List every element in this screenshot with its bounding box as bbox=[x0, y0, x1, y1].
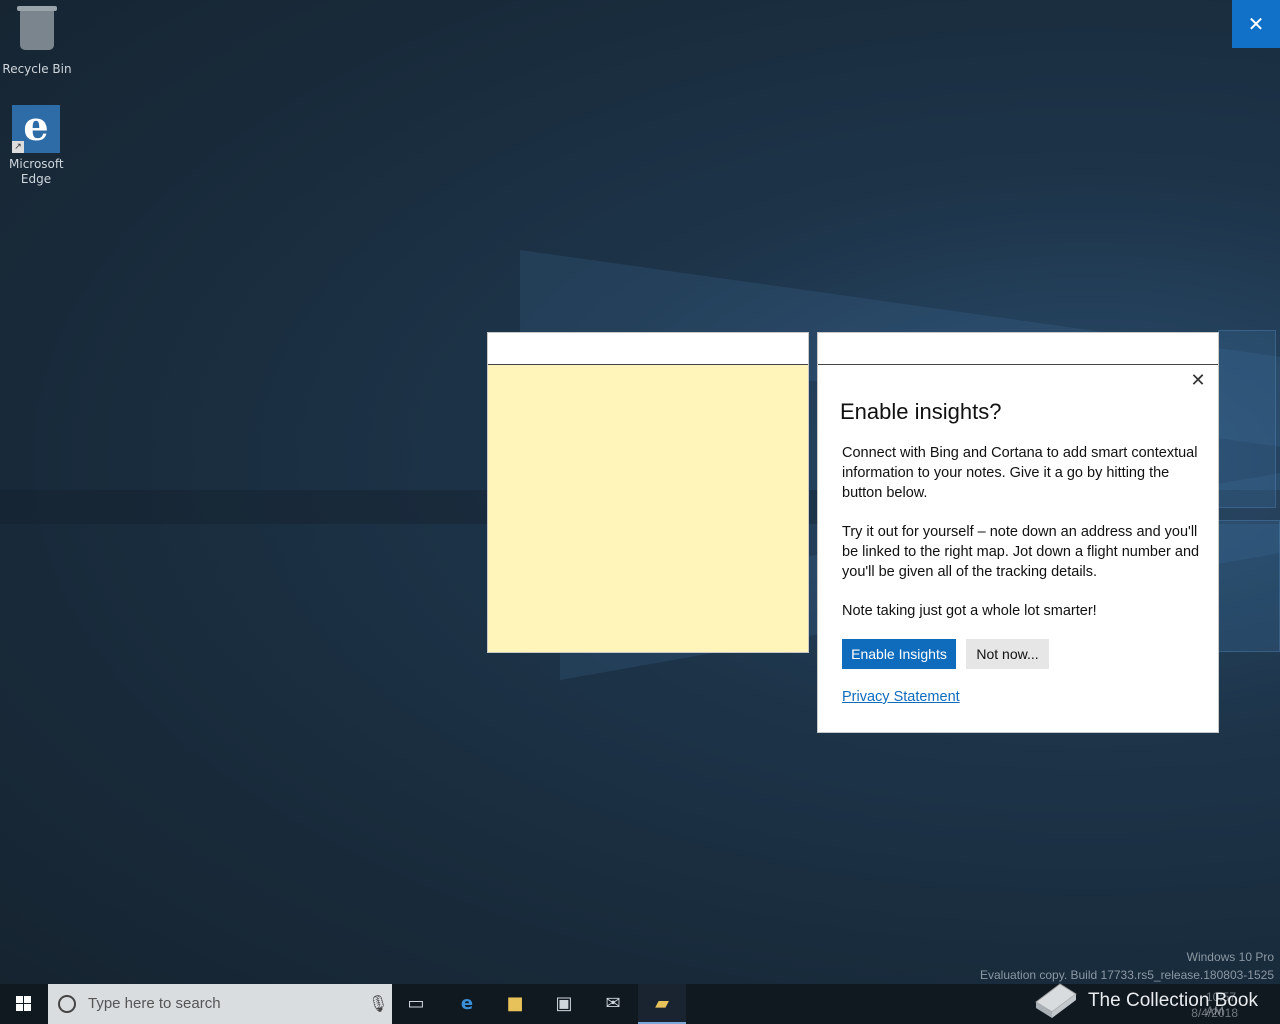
start-button[interactable] bbox=[0, 984, 48, 1024]
store-icon[interactable]: ▣ bbox=[540, 984, 588, 1024]
cortana-icon bbox=[58, 995, 76, 1013]
insights-dialog: ✕ Enable insights? Connect with Bing and… bbox=[818, 333, 1218, 732]
dialog-paragraph: Note taking just got a whole lot smarter… bbox=[842, 603, 1097, 619]
watermark-build: Evaluation copy. Build 17733.rs5_release… bbox=[980, 968, 1274, 982]
dialog-paragraph: Try it out for yourself – note down an a… bbox=[842, 524, 1200, 580]
enable-insights-button[interactable]: Enable Insights bbox=[842, 639, 956, 669]
microphone-icon[interactable]: 🎙 bbox=[368, 994, 388, 1014]
note-header[interactable] bbox=[488, 333, 808, 365]
sticky-notes-taskbar-icon[interactable]: ▰ bbox=[638, 984, 686, 1024]
desktop-icon-label: Recycle Bin bbox=[2, 62, 72, 76]
window-pane bbox=[1218, 520, 1280, 652]
desktop-icon-recycle-bin[interactable]: Recycle Bin bbox=[1, 6, 73, 77]
search-box[interactable]: Type here to search 🎙 bbox=[48, 984, 392, 1024]
desktop-icon-edge[interactable]: e ↗ Microsoft Edge bbox=[0, 105, 72, 187]
privacy-statement-link[interactable]: Privacy Statement bbox=[842, 689, 960, 705]
desktop-icon-label: Microsoft Edge bbox=[9, 157, 64, 186]
book-icon bbox=[1035, 983, 1077, 1018]
window-pane bbox=[1218, 330, 1276, 508]
mail-icon[interactable]: ✉ bbox=[589, 984, 637, 1024]
dialog-close-button[interactable]: ✕ bbox=[1188, 371, 1208, 391]
close-icon: ✕ bbox=[1247, 12, 1265, 36]
watermark-edition: Windows 10 Pro bbox=[1186, 950, 1274, 964]
search-placeholder: Type here to search bbox=[88, 995, 221, 1012]
recycle-bin-icon bbox=[13, 6, 61, 58]
shortcut-arrow-icon: ↗ bbox=[12, 141, 24, 153]
panel-header[interactable] bbox=[818, 333, 1218, 365]
edge-icon: e ↗ bbox=[12, 105, 60, 153]
file-explorer-icon[interactable]: ■ bbox=[491, 984, 539, 1024]
dialog-paragraph: Connect with Bing and Cortana to add sma… bbox=[842, 445, 1198, 501]
dialog-title: Enable insights? bbox=[840, 399, 1002, 424]
close-button[interactable]: ✕ bbox=[1232, 0, 1280, 48]
not-now-button[interactable]: Not now... bbox=[966, 639, 1049, 669]
task-view-icon[interactable]: ▭ bbox=[392, 984, 440, 1024]
edge-taskbar-icon[interactable]: e bbox=[443, 984, 491, 1024]
sticky-note[interactable] bbox=[488, 333, 808, 652]
close-icon: ✕ bbox=[1190, 370, 1206, 391]
brand-watermark: The Collection Book bbox=[1087, 990, 1258, 1011]
windows-logo-icon bbox=[16, 996, 32, 1012]
